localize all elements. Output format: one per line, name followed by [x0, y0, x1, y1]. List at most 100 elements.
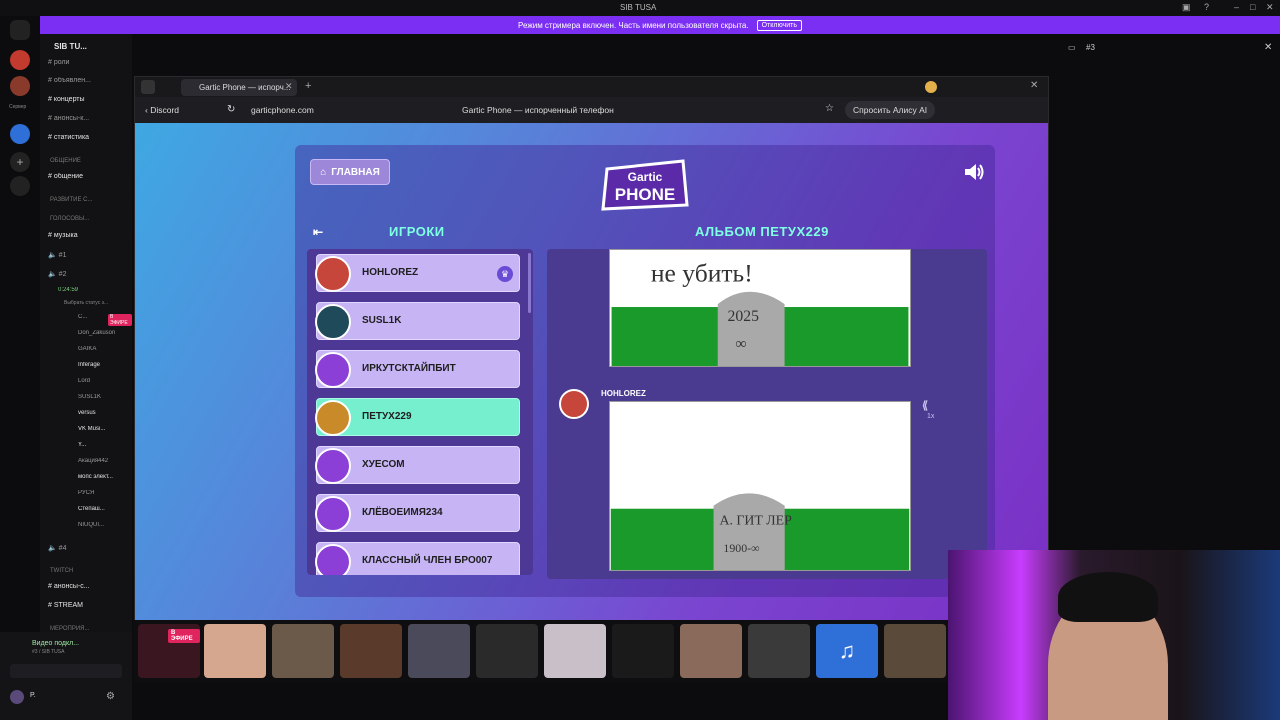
sound-icon[interactable] [963, 163, 985, 181]
channel-item[interactable]: # анонсы-к... [48, 115, 132, 122]
channel-item[interactable]: # анонсы-с... [48, 583, 132, 590]
participant-tile[interactable]: В ЭФИРЕ [138, 624, 200, 678]
player-card[interactable]: ИРКУТСКТАЙПБИТ [315, 350, 520, 388]
participant-tile[interactable] [748, 624, 810, 678]
minimize-icon[interactable]: – [1234, 2, 1239, 12]
drawing-2-tomb-years: 1900-∞ [723, 541, 759, 555]
album-title: АЛЬБОМ ПЕТУХ229 [695, 224, 829, 239]
channel-item[interactable]: # объявлен... [48, 77, 132, 84]
settings-gear-icon[interactable]: ⚙ [106, 691, 115, 702]
close-browser-icon[interactable]: ✕ [1030, 80, 1038, 91]
player-avatar [315, 352, 351, 388]
new-tab-icon[interactable]: + [305, 80, 311, 92]
participant-tile[interactable] [340, 624, 402, 678]
profile-icon[interactable] [925, 81, 937, 93]
browser-window: Gartic Phone — испорч... ✕ + ✕ ‹ Discord… [134, 76, 1049, 620]
player-name: HOHLOREZ [362, 267, 419, 278]
voice-channel[interactable]: 🔈 #1 [48, 251, 132, 259]
notifications-icon[interactable]: ▣ [1182, 2, 1191, 13]
author-avatar [559, 389, 589, 419]
participant-tile[interactable] [884, 624, 946, 678]
voice-timer: 0:24:59 [58, 287, 79, 293]
voice-location[interactable]: #3 / SIB TUSA [32, 649, 64, 655]
avatar[interactable] [10, 690, 24, 704]
player-name: КЛАССНЫЙ ЧЛЕН БРО007 [362, 555, 493, 566]
tabs-overview-icon[interactable] [141, 80, 155, 94]
voice-channel[interactable]: # музыка [48, 232, 132, 239]
channel-item[interactable]: # концерты [48, 96, 132, 103]
host-crown-icon: ♛ [497, 266, 513, 282]
drawing-1: не убить! 2025 ∞ [609, 249, 911, 367]
app-titlebar: SIB TUSA ▣ ? – □ ✕ [0, 0, 1280, 16]
url-field[interactable]: garticphone.com [251, 105, 314, 115]
back-button[interactable]: ‹ Discord [145, 105, 179, 115]
browser-tab[interactable]: Gartic Phone — испорч... [181, 79, 297, 96]
voice-channel[interactable]: 🔈 #4 [48, 544, 132, 552]
category-twitch[interactable]: TWITCH [50, 568, 73, 574]
replay-speed[interactable]: 1x [927, 413, 934, 420]
discord-home-icon[interactable] [10, 20, 30, 40]
help-icon[interactable]: ? [1204, 2, 1209, 12]
drawing-2-tomb-text: А. ГИТ ЛЕР [719, 513, 792, 528]
server-rail: Сервер + [0, 16, 40, 720]
disable-streamer-mode-button[interactable]: Отключить [756, 19, 802, 31]
live-badge: В ЭФИРЕ [108, 314, 132, 326]
player-card-active[interactable]: ПЕТУХ229 [315, 398, 520, 436]
participant-tile[interactable] [612, 624, 674, 678]
drawing-1-tomb-infinity: ∞ [735, 335, 746, 352]
album-panel: не убить! 2025 ∞ HOHLOREZ А. ГИТ ЛЕР 190… [547, 249, 987, 579]
ask-alice-button[interactable]: Спросить Алису AI [845, 101, 936, 119]
live-badge: В ЭФИРЕ [168, 629, 200, 643]
replay-icon[interactable]: ⟪ [922, 399, 928, 412]
streamer-cap [1058, 572, 1158, 622]
server-icon[interactable] [10, 50, 30, 70]
player-card[interactable]: КЛЁВОЕИМЯ234 [315, 494, 520, 532]
drawing-1-tomb-text: 2025 [728, 308, 760, 325]
app-title: SIB TUSA [620, 3, 657, 12]
user-panel: Видео подкл... #3 / SIB TUSA P. ⚙ [0, 632, 132, 720]
server-icon[interactable] [10, 76, 30, 96]
player-list-scrollbar[interactable] [528, 253, 531, 313]
player-avatar [315, 304, 351, 340]
reload-icon[interactable]: ↻ [227, 104, 235, 115]
close-tab-icon[interactable]: ✕ [285, 81, 293, 92]
chat-icon[interactable]: ▭ [1068, 43, 1076, 52]
close-chat-icon[interactable]: ✕ [1264, 42, 1272, 53]
logo-bottom-text: PHONE [615, 185, 675, 204]
voice-channel[interactable]: 🔈 #2 [48, 270, 132, 278]
category-obshenie[interactable]: ОБЩЕНИЕ [50, 158, 81, 164]
bookmark-icon[interactable]: ☆ [825, 103, 834, 114]
close-window-icon[interactable]: ✕ [1266, 2, 1274, 13]
participant-tile[interactable] [544, 624, 606, 678]
page-title: Gartic Phone — испорченный телефон [462, 105, 614, 115]
voice-controls[interactable] [10, 664, 122, 678]
participant-tile[interactable] [204, 624, 266, 678]
server-icon[interactable] [10, 124, 30, 144]
category-voice[interactable]: ГОЛОСОВЫ... [50, 216, 89, 222]
channel-item[interactable]: # статистика [48, 134, 132, 141]
player-list: HOHLOREZ ♛ SUSL1K ИРКУТСКТАЙПБИТ ПЕТУХ22… [307, 249, 533, 575]
player-card[interactable]: ХУЕСОМ [315, 446, 520, 484]
participant-tile[interactable] [272, 624, 334, 678]
player-card[interactable]: HOHLOREZ ♛ [315, 254, 520, 292]
channel-item[interactable]: # STREAM [48, 602, 132, 609]
player-name: КЛЁВОЕИМЯ234 [362, 507, 443, 518]
drawing-2: А. ГИТ ЛЕР 1900-∞ [609, 401, 911, 571]
webcam-overlay [948, 550, 1280, 720]
channel-item[interactable]: # общение [48, 173, 132, 180]
channel-item[interactable]: # роли [48, 59, 132, 66]
participant-tile[interactable] [408, 624, 470, 678]
player-card[interactable]: SUSL1K [315, 302, 520, 340]
server-label: Сервер [9, 104, 27, 110]
participant-tile[interactable] [476, 624, 538, 678]
home-button[interactable]: ⌂ ГЛАВНАЯ [310, 159, 390, 185]
server-name[interactable]: SIB TU... [54, 42, 138, 51]
maximize-icon[interactable]: □ [1250, 2, 1255, 12]
add-server-icon[interactable]: + [10, 152, 30, 172]
exit-icon[interactable]: ⇤ [313, 225, 323, 239]
player-card[interactable]: КЛАССНЫЙ ЧЛЕН БРО007 [315, 542, 520, 575]
discover-icon[interactable] [10, 176, 30, 196]
category-razvitie[interactable]: РАЗВИТИЕ С... [50, 197, 92, 203]
music-bot-tile[interactable]: ♫ [816, 624, 878, 678]
participant-tile[interactable] [680, 624, 742, 678]
